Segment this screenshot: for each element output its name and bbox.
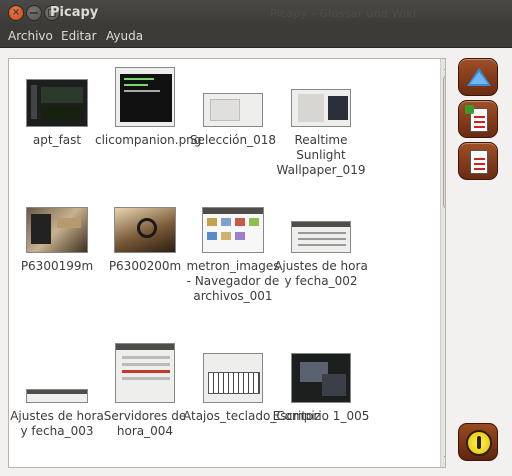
image-thumbnail [26, 389, 88, 403]
image-thumbnail [291, 221, 351, 253]
menu-editar[interactable]: Editar [61, 29, 97, 43]
menu-ayuda[interactable]: Ayuda [106, 29, 143, 43]
image-item[interactable]: Selección_018 [183, 93, 283, 148]
image-item[interactable]: Ajustes de hora y fecha_003 [9, 389, 107, 439]
scroll-down-arrow-icon[interactable] [444, 456, 445, 461]
image-item[interactable]: P6300199m [9, 207, 107, 274]
image-thumbnail [203, 93, 263, 127]
add-image-button[interactable] [458, 100, 498, 138]
title-bar: × Picapy Picapy - Glossar und Wiki [0, 0, 512, 26]
scrollbar-thumb[interactable] [443, 75, 445, 209]
image-icon-view[interactable]: apt_fast clicompanion.png Selección_018 … [8, 58, 446, 468]
image-label: Atajos_teclado_Compiz [183, 409, 321, 423]
minimize-window-button[interactable] [26, 5, 42, 21]
upload-icon [467, 68, 491, 86]
image-thumbnail [291, 353, 351, 403]
image-label: Servidores de hora_004 [103, 409, 187, 438]
image-item[interactable]: apt_fast [9, 79, 107, 148]
add-document-icon [465, 105, 488, 132]
image-item[interactable]: Servidores de hora_004 [95, 343, 195, 439]
image-label: P6300200m [108, 259, 182, 273]
image-item[interactable]: Ajustes de hora y fecha_002 [271, 221, 371, 289]
image-thumbnail [203, 353, 263, 403]
close-window-button[interactable]: × [8, 5, 24, 21]
power-icon [466, 430, 492, 456]
remove-document-icon [470, 150, 488, 174]
background-window-title: Picapy - Glossar und Wiki [270, 7, 417, 20]
image-item[interactable]: clicompanion.png [95, 67, 202, 148]
menu-bar: Archivo Editar Ayuda [0, 26, 512, 48]
image-label: Ajustes de hora y fecha_002 [274, 259, 368, 288]
scroll-up-arrow-icon[interactable] [444, 65, 445, 70]
image-item[interactable]: Realtime Sunlight Wallpaper_019 [271, 89, 371, 178]
window-title: Picapy [50, 5, 99, 20]
quit-button[interactable] [458, 423, 498, 461]
image-thumbnail [115, 67, 175, 127]
image-label: apt_fast [32, 133, 82, 147]
image-label: Escritorio 1_005 [272, 409, 370, 423]
picapy-window: × Picapy Picapy - Glossar und Wiki Archi… [0, 0, 512, 476]
image-label: Ajustes de hora y fecha_003 [10, 409, 104, 438]
menu-archivo[interactable]: Archivo [8, 29, 53, 43]
image-label: metron_images - Navegador de archivos_00… [186, 259, 280, 303]
image-label: P6300199m [20, 259, 94, 273]
image-item[interactable]: P6300200m [95, 207, 195, 274]
image-label: clicompanion.png [95, 133, 202, 147]
image-item[interactable]: metron_images - Navegador de archivos_00… [183, 207, 283, 304]
image-thumbnail [26, 207, 88, 253]
image-thumbnail [115, 343, 175, 403]
image-thumbnail [291, 89, 351, 127]
image-thumbnail [26, 79, 88, 127]
image-item[interactable]: Escritorio 1_005 [271, 353, 371, 424]
close-icon: × [11, 7, 21, 18]
image-label: Realtime Sunlight Wallpaper_019 [276, 133, 366, 177]
remove-image-button[interactable] [458, 142, 498, 180]
upload-button[interactable] [458, 58, 498, 96]
image-item[interactable]: Atajos_teclado_Compiz [183, 353, 321, 424]
image-label: Selección_018 [189, 133, 277, 147]
image-thumbnail [114, 207, 176, 253]
image-thumbnail [202, 207, 264, 253]
vertical-scrollbar[interactable] [440, 59, 445, 467]
